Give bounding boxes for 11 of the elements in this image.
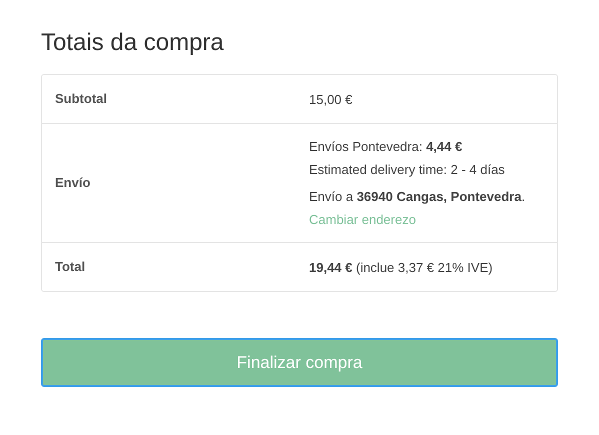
row-label: Subtotal (55, 91, 107, 106)
row-label: Envío (55, 175, 90, 190)
row-label: Total (55, 259, 86, 274)
row-value: Estimated delivery time: 2 - 4 días (309, 161, 506, 179)
row-value: 15,00 € (309, 90, 354, 108)
change-address-link[interactable]: Cambiar enderezo (309, 208, 416, 231)
shipping-address: Envío a 36940 Cangas, Pontevedra. (309, 188, 526, 206)
row-value: 19,44 € (inclue 3,37 € 21% IVE) (309, 258, 494, 277)
checkout-button[interactable]: Finalizar compra (41, 338, 558, 387)
section-title: Totais da compra (41, 28, 225, 58)
row-value: Envíos Pontevedra: 4,44 € (309, 138, 464, 156)
